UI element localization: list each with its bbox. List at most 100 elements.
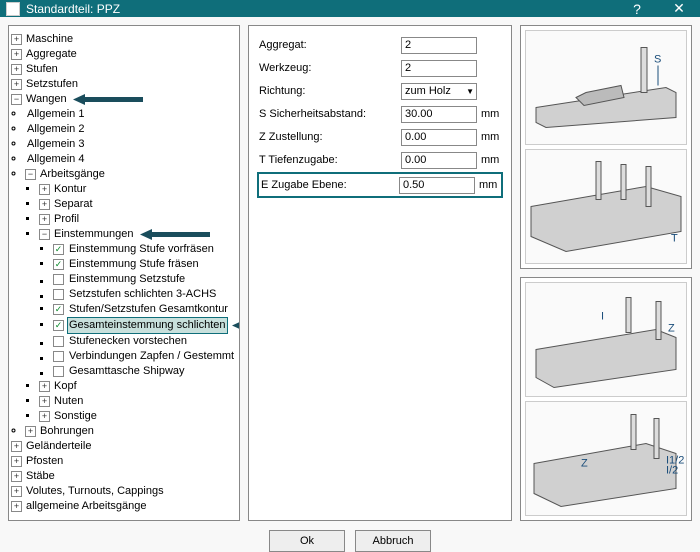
tree-arbeitsgaenge[interactable]: Arbeitsgänge	[38, 167, 107, 182]
diagram-panel-top: S T	[520, 25, 692, 269]
tree-sub7[interactable]: Stufenecken vorstechen	[67, 334, 189, 349]
checkbox-icon[interactable]: ✓	[53, 244, 64, 255]
tree-separat[interactable]: Separat	[52, 197, 95, 212]
tree-sub2[interactable]: Einstemmung Stufe fräsen	[67, 257, 201, 272]
titlebar: Standardteil: PPZ ? ✕	[0, 0, 700, 17]
tree-sub4[interactable]: Setzstufen schlichten 3-ACHS	[67, 287, 218, 302]
tree-sub3[interactable]: Einstemmung Setzstufe	[67, 272, 187, 287]
label-tiefenzugabe: T Tiefenzugabe:	[259, 154, 401, 166]
expand-icon[interactable]: +	[11, 64, 22, 75]
expand-icon[interactable]: +	[11, 441, 22, 452]
tree-allg2[interactable]: Allgemein 2	[25, 122, 86, 137]
tree-staebe[interactable]: Stäbe	[24, 469, 57, 484]
expand-icon[interactable]: +	[39, 396, 50, 407]
checkbox-icon[interactable]: ✓	[53, 320, 64, 331]
tree-volutes[interactable]: Volutes, Turnouts, Cappings	[24, 484, 166, 499]
expand-icon[interactable]: +	[11, 79, 22, 90]
tree-stufen[interactable]: Stufen	[24, 62, 60, 77]
select-richtung[interactable]: zum Holz ▼	[401, 83, 477, 100]
unit-mm: mm	[477, 154, 501, 166]
unit-mm: mm	[477, 108, 501, 120]
input-sicherheit[interactable]	[401, 106, 477, 123]
svg-text:T: T	[671, 233, 678, 245]
tree-aggregate[interactable]: Aggregate	[24, 47, 79, 62]
collapse-icon[interactable]: −	[39, 229, 50, 240]
expand-icon[interactable]: +	[39, 214, 50, 225]
svg-text:I/2: I/2	[666, 465, 678, 477]
help-button[interactable]: ?	[622, 1, 652, 17]
chevron-down-icon: ▼	[466, 87, 474, 96]
checkbox-icon[interactable]	[53, 366, 64, 377]
expand-icon[interactable]: +	[39, 199, 50, 210]
expand-icon[interactable]: +	[11, 486, 22, 497]
label-zugabe-ebene: E Zugabe Ebene:	[261, 179, 399, 191]
label-aggregat: Aggregat:	[259, 39, 401, 51]
tree-sub9[interactable]: Gesamttasche Shipway	[67, 364, 187, 379]
tree-allg1[interactable]: Allgemein 1	[25, 107, 86, 122]
tree-allg4[interactable]: Allgemein 4	[25, 152, 86, 167]
input-aggregat[interactable]	[401, 37, 477, 54]
checkbox-icon[interactable]: ✓	[53, 304, 64, 315]
tree-maschine[interactable]: Maschine	[24, 32, 75, 47]
expand-icon[interactable]: +	[39, 411, 50, 422]
tree-pfosten[interactable]: Pfosten	[24, 454, 65, 469]
checkbox-icon[interactable]	[53, 336, 64, 347]
tree-einstemmungen[interactable]: Einstemmungen	[52, 227, 136, 242]
unit-mm: mm	[477, 131, 501, 143]
checkbox-icon[interactable]	[53, 274, 64, 285]
tree-kontur[interactable]: Kontur	[52, 182, 88, 197]
input-tiefenzugabe[interactable]	[401, 152, 477, 169]
tree-allg3[interactable]: Allgemein 3	[25, 137, 86, 152]
expand-icon[interactable]: +	[11, 34, 22, 45]
tree-sub5[interactable]: Stufen/Setzstufen Gesamtkontur	[67, 302, 230, 317]
diagram-t: T	[525, 149, 687, 264]
cancel-button[interactable]: Abbruch	[355, 530, 431, 552]
tree-kopf[interactable]: Kopf	[52, 379, 79, 394]
checkbox-icon[interactable]	[53, 351, 64, 362]
tree-sub6-selected[interactable]: Gesamteinstemmung schlichten	[67, 317, 228, 334]
expand-icon[interactable]: +	[11, 471, 22, 482]
tree-wangen[interactable]: Wangen	[24, 92, 69, 107]
arrow-annotation	[232, 320, 240, 331]
expand-icon[interactable]: +	[11, 501, 22, 512]
tree-allgArbeit[interactable]: allgemeine Arbeitsgänge	[24, 499, 148, 514]
arrow-annotation	[140, 229, 210, 240]
tree-setzstufen[interactable]: Setzstufen	[24, 77, 80, 92]
input-zugabe-ebene[interactable]	[399, 177, 475, 194]
expand-icon[interactable]: +	[11, 49, 22, 60]
diagram-s: S	[525, 30, 687, 145]
svg-text:Z: Z	[668, 323, 675, 335]
checkbox-icon[interactable]: ✓	[53, 259, 64, 270]
arrow-annotation	[73, 94, 143, 105]
input-werkzeug[interactable]	[401, 60, 477, 77]
expand-icon[interactable]: +	[39, 381, 50, 392]
tree-nuten[interactable]: Nuten	[52, 394, 85, 409]
expand-icon[interactable]: +	[39, 184, 50, 195]
checkbox-icon[interactable]	[53, 289, 64, 300]
expand-icon[interactable]: +	[11, 456, 22, 467]
tree-gelaender[interactable]: Geländerteile	[24, 439, 93, 454]
collapse-icon[interactable]: −	[25, 169, 36, 180]
dialog-window: Standardteil: PPZ ? ✕ +Maschine +Aggrega…	[0, 0, 700, 552]
input-zustellung[interactable]	[401, 129, 477, 146]
label-werkzeug: Werkzeug:	[259, 62, 401, 74]
app-icon	[6, 2, 20, 16]
button-bar: Ok Abbruch	[0, 529, 700, 552]
tree-profil[interactable]: Profil	[52, 212, 81, 227]
unit-mm: mm	[475, 179, 499, 191]
expand-icon[interactable]: +	[25, 426, 36, 437]
tree-sonstige[interactable]: Sonstige	[52, 409, 99, 424]
form-panel: Aggregat: Werkzeug: Richtung: zum Holz ▼	[248, 25, 512, 521]
close-button[interactable]: ✕	[664, 0, 694, 17]
collapse-icon[interactable]: −	[11, 94, 22, 105]
ok-button[interactable]: Ok	[269, 530, 345, 552]
tree-bohrungen[interactable]: Bohrungen	[38, 424, 96, 439]
tree-sub1[interactable]: Einstemmung Stufe vorfräsen	[67, 242, 216, 257]
dialog-content: +Maschine +Aggregate +Stufen +Setzstufen…	[0, 17, 700, 529]
label-sicherheit: S Sicherheitsabstand:	[259, 108, 401, 120]
svg-text:S: S	[654, 54, 661, 66]
diagram-panel-bottom: I Z Z I1/2 I/2	[520, 277, 692, 521]
tree-sub8[interactable]: Verbindungen Zapfen / Gestemmt	[67, 349, 236, 364]
highlighted-row: E Zugabe Ebene: mm	[257, 172, 503, 198]
diagram-column: S T	[520, 25, 692, 521]
